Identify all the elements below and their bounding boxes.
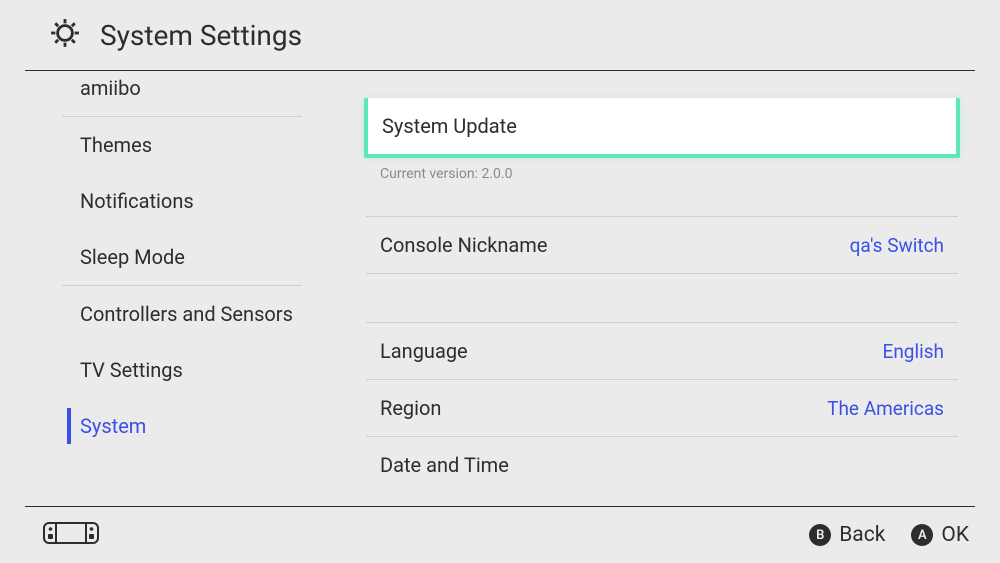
section-gap — [366, 273, 958, 322]
row-date-time[interactable]: Date and Time — [366, 436, 958, 493]
hint-label: Back — [839, 523, 885, 547]
row-label: Date and Time — [380, 453, 509, 477]
sidebar-item-system[interactable]: System — [0, 398, 330, 454]
page-title: System Settings — [100, 19, 302, 52]
a-button-icon: A — [911, 524, 933, 546]
hint-label: OK — [941, 523, 969, 547]
sidebar-item-tv-settings[interactable]: TV Settings — [0, 342, 330, 398]
row-label: Console Nickname — [380, 233, 547, 257]
content-panel: System Update Current version: 2.0.0 Con… — [330, 70, 1000, 507]
row-language[interactable]: Language English — [366, 322, 958, 379]
row-region[interactable]: Region The Americas — [366, 379, 958, 436]
footer: B Back A OK — [25, 506, 975, 563]
sidebar-item-notifications[interactable]: Notifications — [0, 173, 330, 229]
hint-back[interactable]: B Back — [809, 523, 885, 547]
sidebar: amiibo Themes Notifications Sleep Mode C… — [0, 70, 330, 507]
row-value: qa's Switch — [850, 234, 944, 257]
row-value: English — [883, 340, 944, 363]
controller-icon — [43, 521, 99, 549]
gear-icon — [48, 16, 82, 54]
row-label: System Update — [382, 114, 517, 138]
b-button-icon: B — [809, 524, 831, 546]
row-system-update[interactable]: System Update — [364, 98, 960, 158]
sidebar-item-controllers-sensors[interactable]: Controllers and Sensors — [0, 286, 330, 342]
sidebar-item-themes[interactable]: Themes — [0, 117, 330, 173]
row-label: Language — [380, 339, 468, 363]
row-label: Region — [380, 396, 441, 420]
sidebar-item-amiibo[interactable]: amiibo — [0, 70, 330, 116]
current-version-text: Current version: 2.0.0 — [380, 166, 958, 182]
row-console-nickname[interactable]: Console Nickname qa's Switch — [366, 216, 958, 273]
sidebar-item-sleep-mode[interactable]: Sleep Mode — [0, 229, 330, 285]
row-value: The Americas — [827, 397, 944, 420]
header: System Settings — [25, 0, 975, 71]
hint-ok[interactable]: A OK — [911, 523, 969, 547]
